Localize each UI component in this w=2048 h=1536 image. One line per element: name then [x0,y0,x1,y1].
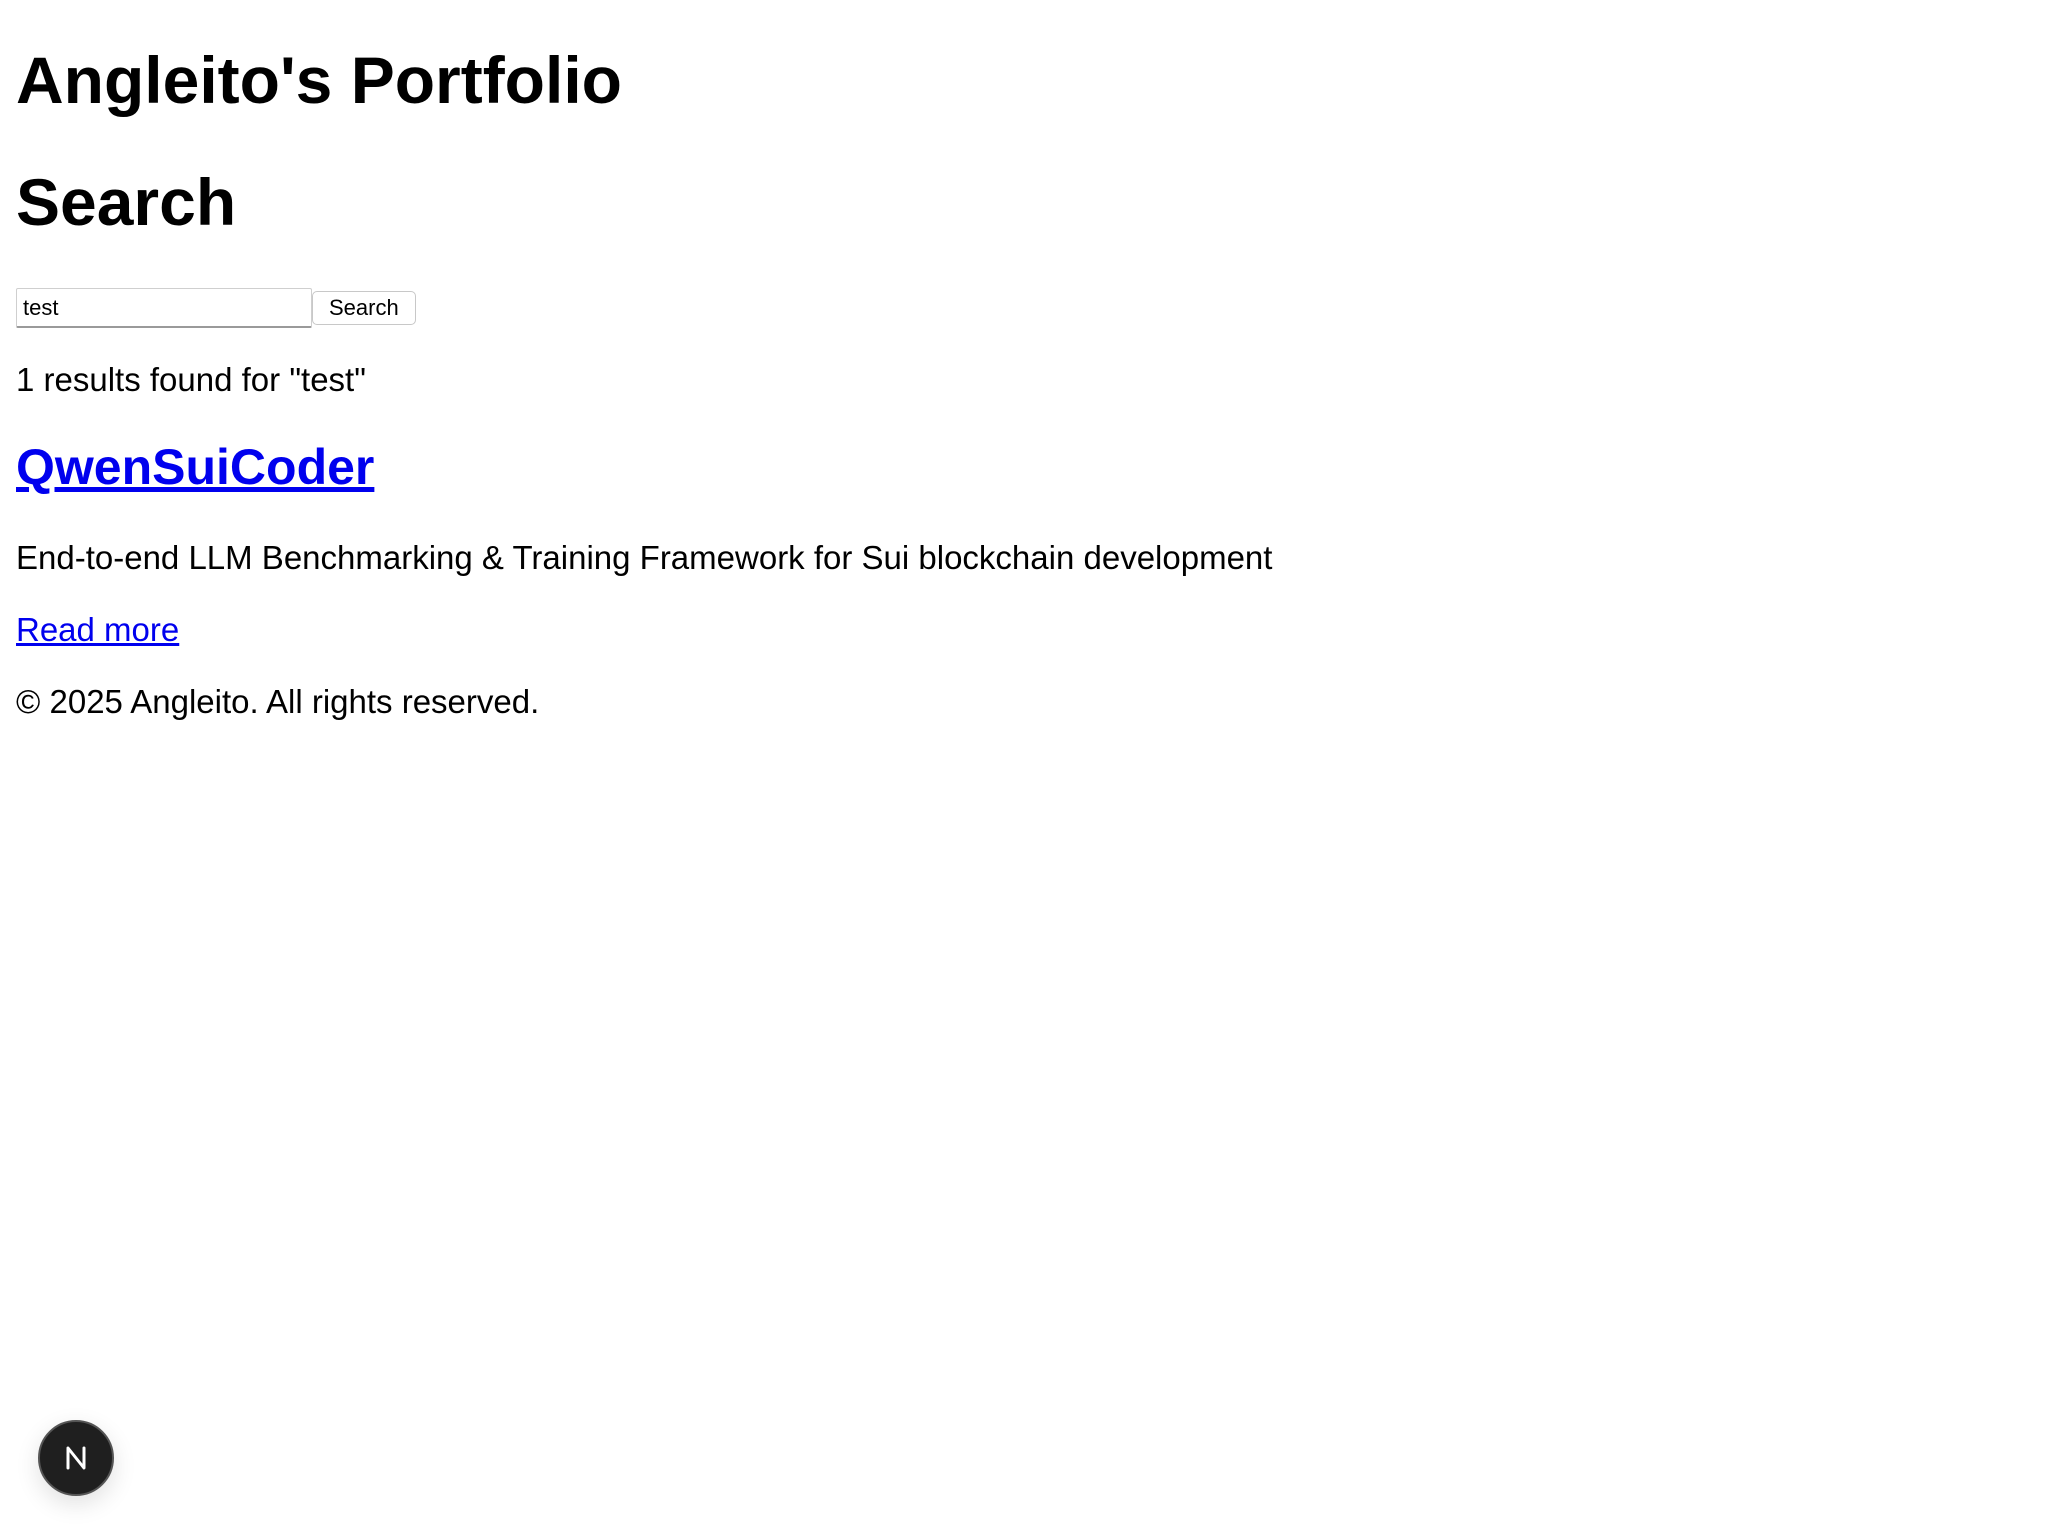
site-title: Angleito's Portfolio [16,43,622,117]
footer-copyright: © 2025 Angleito. All rights reserved. [16,683,540,720]
read-more-link[interactable]: Read more [16,608,179,652]
results-count: 1 results found for "test" [16,361,366,398]
result-description: End-to-end LLM Benchmarking & Training F… [16,539,1273,576]
search-form: Search [16,288,416,328]
result-title: QwenSuiCoder [16,436,374,498]
nextjs-dev-indicator-button[interactable] [38,1420,114,1496]
page: Angleito's Portfolio Search Search 1 res… [0,0,2048,1536]
search-button[interactable]: Search [312,291,416,325]
nextjs-icon [66,1446,86,1470]
search-input[interactable] [16,288,312,328]
result-title-link[interactable]: QwenSuiCoder [16,439,374,495]
search-heading: Search [16,165,237,239]
